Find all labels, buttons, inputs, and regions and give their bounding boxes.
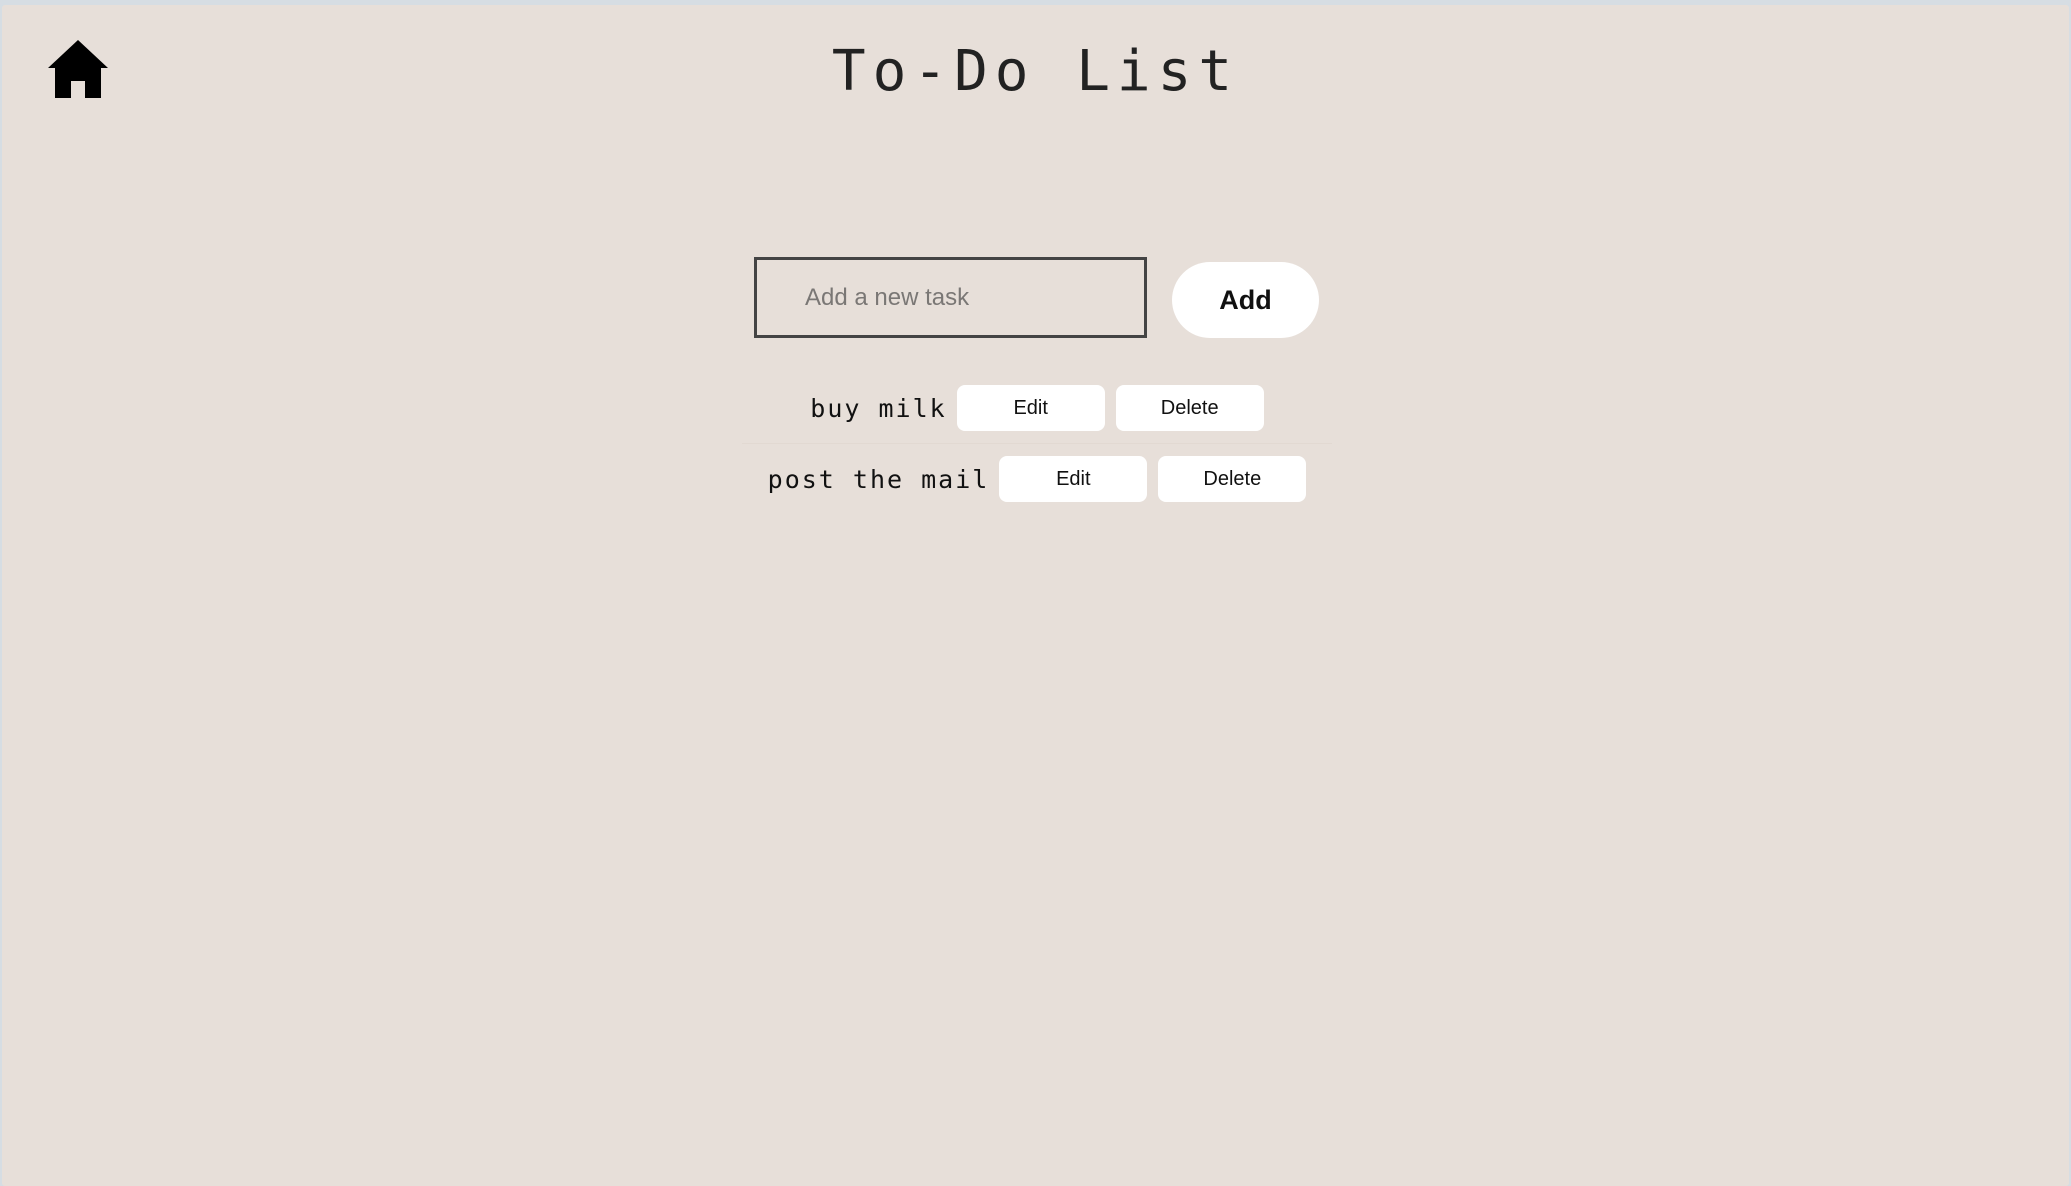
task-item: post the mail Edit Delete: [742, 444, 1332, 514]
task-text: buy milk: [810, 393, 947, 423]
delete-task-button[interactable]: Delete: [1115, 385, 1264, 431]
edit-task-button[interactable]: Edit: [956, 385, 1105, 431]
task-text: post the mail: [767, 464, 990, 494]
delete-task-button[interactable]: Delete: [1158, 456, 1307, 502]
task-list: buy milk Edit Delete post the mail Edit …: [742, 373, 1332, 514]
add-task-button[interactable]: Add: [1172, 262, 1319, 338]
page-title: To-Do List: [831, 39, 1240, 104]
edit-task-button[interactable]: Edit: [999, 456, 1148, 502]
task-item: buy milk Edit Delete: [742, 373, 1332, 444]
new-task-input[interactable]: [754, 257, 1147, 338]
app-page: To-Do List Add buy milk Edit Delete post…: [2, 5, 2069, 1186]
